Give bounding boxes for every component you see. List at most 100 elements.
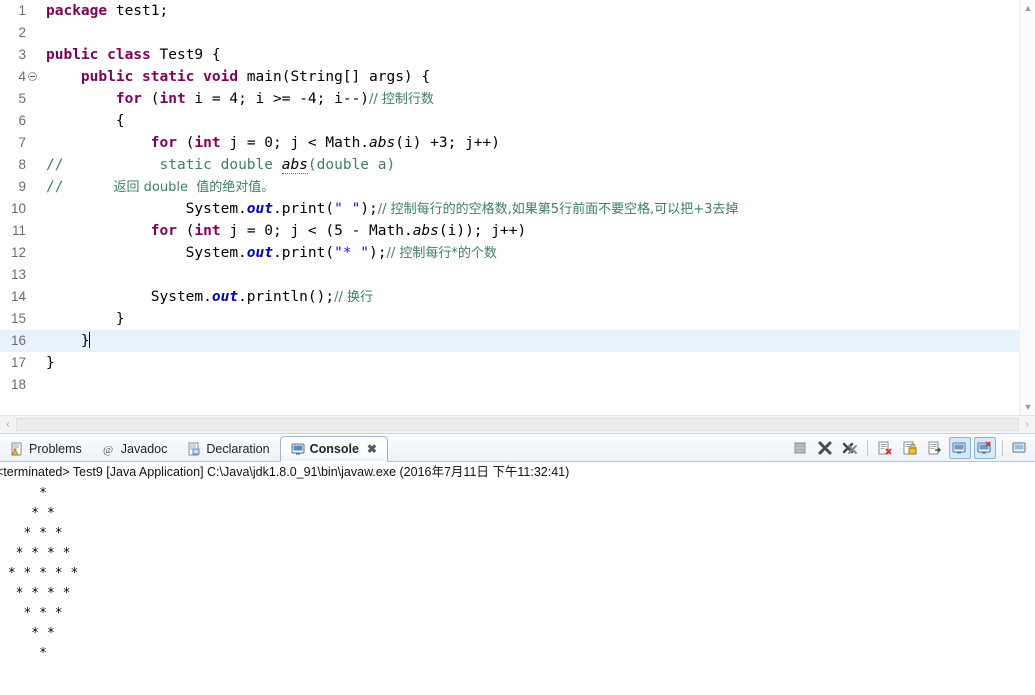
code-line[interactable]: 17} [0,352,1019,374]
scroll-up-arrow-icon[interactable]: ▲ [1020,0,1035,16]
code-line[interactable]: 14 System.out.println();// 换行 [0,286,1019,308]
code-text: for (int j = 0; j < (5 - Math.abs(i)); j… [44,220,526,242]
console-line: * * * * * [0,566,79,581]
line-number: 8 [18,157,26,172]
code-token: int [159,90,186,107]
clear-console-button[interactable] [874,437,896,459]
declaration-icon [187,442,201,456]
code-line[interactable]: 16 } [0,330,1019,352]
code-token: // 换行 [334,289,374,305]
code-token: } [46,333,90,349]
console-line: * * * [0,526,63,541]
code-line[interactable]: 2 [0,22,1019,44]
horizontal-scroll-track[interactable] [16,418,1019,431]
code-token: public class [46,47,160,63]
code-line[interactable]: 7 for (int j = 0; j < Math.abs(i) +3; j+… [0,132,1019,154]
line-number: 3 [18,47,26,62]
code-line[interactable]: 12 System.out.print("* ");// 控制每行*的个数 [0,242,1019,264]
line-number: 7 [18,135,26,150]
console-output[interactable]: * * * * * * * * * * * * * * * * * * * * … [0,482,1035,695]
code-text: public class Test9 { [44,44,221,66]
line-number: 9 [18,179,26,194]
code-line[interactable]: 18 [0,374,1019,396]
code-line[interactable]: 1 package test1; [0,0,1019,22]
code-token: .println(); [238,288,335,305]
code-token: 返回 double 值的绝对值。 [72,179,275,195]
code-token: { [46,113,125,129]
code-line[interactable]: 15 } [0,308,1019,330]
separator-2 [1002,440,1003,456]
code-token: System. [46,200,247,217]
scroll-right-arrow-icon[interactable]: › [1019,416,1035,434]
code-token: test1; [115,3,169,19]
code-text: // static double abs(double a) [44,154,395,176]
code-token: int [194,135,221,151]
line-number: 2 [18,25,26,40]
code-text: } [44,330,90,352]
line-number: 10 [10,201,26,216]
remove-all-terminated-button[interactable] [839,437,861,459]
code-line[interactable]: 6 { [0,110,1019,132]
remove-launch-button[interactable] [814,437,836,459]
line-number: 13 [10,267,26,282]
code-line[interactable]: 9 // 返回 double 值的绝对值。 [0,176,1019,198]
editor-horizontal-scrollbar[interactable]: ‹ › [0,415,1035,433]
tab-list: Problems @ Javadoc Declaration Console ✖ [0,435,388,462]
code-token: (double a) [307,157,396,173]
code-token: .print( [273,244,335,261]
javadoc-icon: @ [102,442,116,456]
tab-close-icon[interactable]: ✖ [367,442,377,456]
code-line[interactable]: 13 [0,264,1019,286]
terminate-button[interactable] [789,437,811,459]
line-number: 14 [10,289,26,304]
open-console-button[interactable] [1009,437,1031,459]
console-line: * * [0,506,55,521]
eclipse-window: 1 package test1; 2 3 public class Test9 {4 p… [0,0,1035,695]
code-token: public static void [46,69,247,85]
tab-label: Problems [29,442,82,456]
code-token: for [46,223,186,239]
code-line[interactable]: 5 for (int i = 4; i >= -4; i--)// 控制行数 [0,88,1019,110]
code-token: // [46,157,73,173]
code-token: (i)); j++) [438,223,527,239]
view-tabbar: Problems @ Javadoc Declaration Console ✖ [0,434,1035,462]
line-number: 1 [18,3,26,18]
code-token: ( [150,90,160,107]
tab-javadoc[interactable]: @ Javadoc [92,436,178,462]
tab-console[interactable]: Console ✖ [279,436,388,462]
console-line: * [0,646,47,661]
display-selected-console-button[interactable] [974,437,996,459]
scroll-lock-button[interactable] [899,437,921,459]
editor-text-area[interactable]: 1 package test1; 2 3 public class Test9 {4 p… [0,0,1019,415]
code-text: System.out.print("* ");// 控制每行*的个数 [44,242,497,265]
console-line: * [0,486,47,501]
line-number: 15 [10,311,26,326]
code-text: for (int i = 4; i >= -4; i--)// 控制行数 [44,88,434,111]
word-wrap-button[interactable] [924,437,946,459]
tab-label: Console [309,442,359,456]
code-line[interactable]: 8 // static double abs(double a) [0,154,1019,176]
code-line[interactable]: 3 public class Test9 { [0,44,1019,66]
editor-vertical-scrollbar[interactable]: ▲ ▼ [1019,0,1035,415]
separator-1 [867,440,868,456]
code-lines[interactable]: 1 package test1; 2 3 public class Test9 {4 p… [0,0,1019,396]
bottom-view-stack: Problems @ Javadoc Declaration Console ✖ <ter… [0,433,1035,695]
code-line[interactable]: 11 for (int j = 0; j < (5 - Math.abs(i))… [0,220,1019,242]
code-line[interactable]: 10 System.out.print(" ");// 控制每行的的空格数,如果… [0,198,1019,220]
java-editor[interactable]: 1 package test1; 2 3 public class Test9 {4 p… [0,0,1035,433]
tab-problems[interactable]: Problems [0,436,92,462]
code-token: abs [412,223,439,239]
code-token: int [194,223,221,239]
scroll-down-arrow-icon[interactable]: ▼ [1020,399,1035,415]
tab-declaration[interactable]: Declaration [177,436,279,462]
fold-collapse-icon[interactable] [26,66,38,88]
code-token: } [46,355,55,371]
scroll-left-arrow-icon[interactable]: ‹ [0,416,16,434]
code-token: ); [360,200,378,217]
code-token: for [46,90,151,107]
console-line: * * * * [0,586,71,601]
pin-console-button[interactable] [949,437,971,459]
code-line[interactable]: 4 public static void main(String[] args)… [0,66,1019,88]
code-token: static double [72,157,282,173]
code-token: abs [369,135,396,151]
